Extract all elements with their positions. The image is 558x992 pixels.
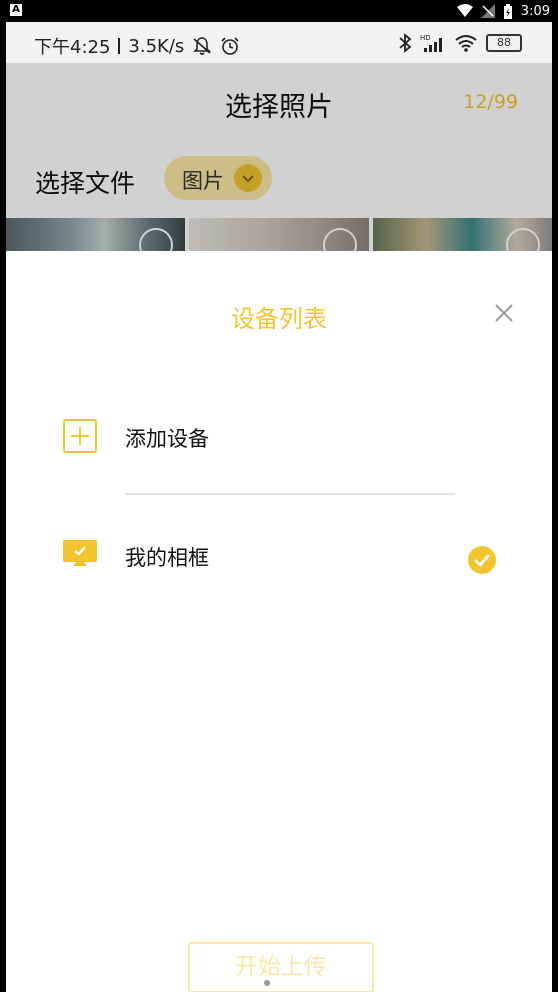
phone-clock: 下午4:25 bbox=[34, 37, 111, 58]
add-square-icon bbox=[62, 418, 98, 454]
app-badge-icon: A bbox=[10, 4, 22, 16]
alarm-icon bbox=[221, 37, 239, 55]
wifi-signal-icon bbox=[455, 35, 477, 52]
mute-bell-icon bbox=[193, 37, 212, 55]
system-clock: 3:09 bbox=[520, 3, 550, 19]
device-screen: 下午4:25 3.5K/s HD 88 选择照片 12/99 选择文件 图片 设… bbox=[6, 22, 552, 992]
add-device-label: 添加设备 bbox=[125, 427, 209, 451]
battery-charging-icon bbox=[503, 3, 512, 19]
frame-monitor-icon bbox=[62, 537, 98, 573]
bluetooth-icon bbox=[399, 33, 412, 53]
start-upload-button[interactable]: 开始上传 bbox=[188, 942, 374, 992]
status-separator bbox=[118, 38, 121, 54]
divider bbox=[125, 493, 455, 495]
modal-backdrop[interactable] bbox=[6, 63, 552, 258]
phone-status-left: 下午4:25 3.5K/s bbox=[34, 33, 240, 59]
signal-icon: HD bbox=[420, 34, 442, 52]
system-status-bar: A 3:09 bbox=[0, 0, 558, 22]
system-status-right: 3:09 bbox=[456, 2, 550, 20]
hd-badge: HD bbox=[420, 34, 431, 42]
phone-status-right: HD 88 bbox=[398, 33, 522, 53]
no-signal-icon bbox=[480, 4, 495, 18]
start-upload-label: 开始上传 bbox=[235, 954, 327, 980]
add-device-row[interactable]: 添加设备 bbox=[6, 418, 552, 478]
touch-indicator bbox=[264, 980, 270, 986]
battery-indicator: 88 bbox=[486, 34, 522, 52]
wifi-icon bbox=[456, 4, 473, 17]
phone-status-bar: 下午4:25 3.5K/s HD 88 bbox=[6, 22, 552, 63]
sheet-title: 设备列表 bbox=[231, 305, 327, 333]
selected-check-icon bbox=[467, 545, 497, 575]
close-icon[interactable] bbox=[492, 301, 516, 325]
device-list-sheet: 设备列表 添加设备 我的相框 开始上传 bbox=[6, 251, 552, 992]
device-name-label: 我的相框 bbox=[125, 546, 209, 570]
network-speed: 3.5K/s bbox=[128, 35, 185, 57]
